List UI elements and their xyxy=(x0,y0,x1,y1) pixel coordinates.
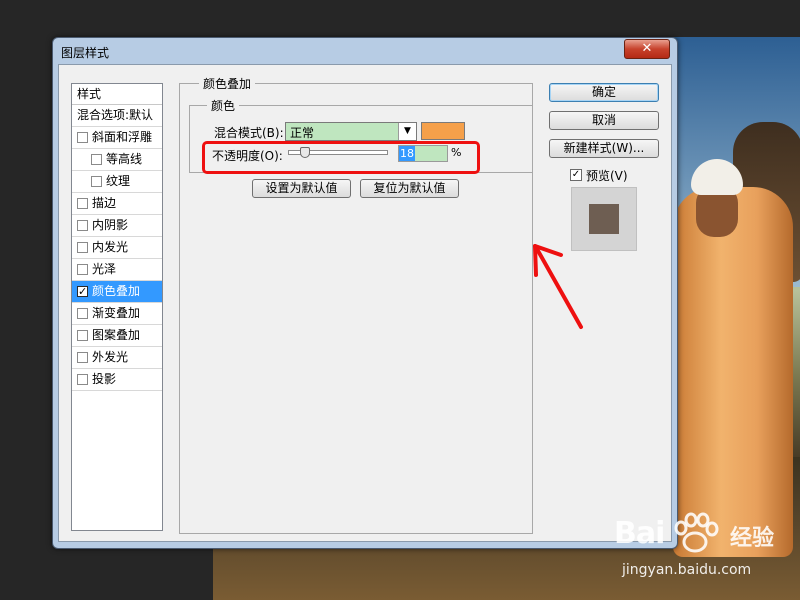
style-item[interactable]: 斜面和浮雕 xyxy=(72,127,162,149)
annotation-highlight-box xyxy=(202,141,480,174)
style-item[interactable]: 投影 xyxy=(72,369,162,391)
checkmark-icon: ✓ xyxy=(78,285,88,298)
checkbox-icon[interactable] xyxy=(77,308,88,319)
style-item[interactable]: 纹理 xyxy=(72,171,162,193)
checkbox-icon[interactable]: ✓ xyxy=(570,169,582,181)
color-overlay-title: 颜色叠加 xyxy=(199,75,256,92)
watermark-url: jingyan.baidu.com xyxy=(622,562,752,578)
cancel-button[interactable]: 取消 xyxy=(549,111,659,130)
style-item[interactable]: 图案叠加 xyxy=(72,325,162,347)
close-button[interactable]: ✕ xyxy=(624,39,670,59)
style-item[interactable]: 外发光 xyxy=(72,347,162,369)
checkbox-icon[interactable] xyxy=(77,352,88,363)
preview-swatch xyxy=(589,204,619,234)
style-item-label: 等高线 xyxy=(106,152,143,166)
style-item[interactable]: 等高线 xyxy=(72,149,162,171)
checkbox-icon[interactable] xyxy=(91,176,102,187)
overlay-color-swatch[interactable] xyxy=(421,122,465,140)
blend-mode-value: 正常 xyxy=(290,126,315,140)
preview-label: 预览(V) xyxy=(586,169,628,183)
style-item-label: 图案叠加 xyxy=(92,328,141,342)
set-default-button[interactable]: 设置为默认值 xyxy=(252,179,351,198)
style-item[interactable]: 内阴影 xyxy=(72,215,162,237)
reset-default-button[interactable]: 复位为默认值 xyxy=(360,179,459,198)
style-item-label: 内阴影 xyxy=(92,218,129,232)
checkbox-icon[interactable] xyxy=(77,374,88,385)
style-item-label: 混合选项:默认 xyxy=(77,108,154,122)
color-subgroup-title: 颜色 xyxy=(207,97,240,114)
close-icon: ✕ xyxy=(641,41,653,56)
style-item-label: 斜面和浮雕 xyxy=(92,130,153,144)
checkbox-icon[interactable] xyxy=(77,330,88,341)
style-item[interactable]: 描边 xyxy=(72,193,162,215)
photo-man xyxy=(673,187,793,557)
watermark-brand: 经验 xyxy=(730,526,775,551)
blend-mode-select[interactable]: 正常 ▼ xyxy=(285,122,417,141)
checkbox-icon[interactable] xyxy=(77,242,88,253)
style-item-label: 渐变叠加 xyxy=(92,306,141,320)
blend-mode-label: 混合模式(B): xyxy=(214,126,284,140)
dialog-client-area: 样式 混合选项:默认斜面和浮雕等高线纹理描边内阴影内发光光泽 ✓ 颜色叠加渐变叠加图… xyxy=(58,64,672,542)
paw-icon xyxy=(674,512,719,553)
ok-button[interactable]: 确定 xyxy=(549,83,659,102)
style-item-label: 纹理 xyxy=(106,174,131,188)
chevron-down-icon[interactable]: ▼ xyxy=(398,123,416,140)
dialog-title: 图层样式 xyxy=(61,46,110,60)
style-item[interactable]: 混合选项:默认 xyxy=(72,105,162,127)
style-item-label: 内发光 xyxy=(92,240,129,254)
annotation-arrow-icon xyxy=(533,244,583,329)
checkbox-icon[interactable] xyxy=(77,264,88,275)
checkbox-icon[interactable] xyxy=(91,154,102,165)
new-style-button[interactable]: 新建样式(W)... xyxy=(549,139,659,158)
baidu-jingyan-watermark: Bai 经验 jingyan.baidu.com xyxy=(612,512,792,588)
style-item-label: 描边 xyxy=(92,196,117,210)
watermark-logo: Bai xyxy=(614,516,665,551)
style-item[interactable]: ✓ 颜色叠加 xyxy=(72,281,162,303)
style-item-label: 外发光 xyxy=(92,350,129,364)
style-item-label: 投影 xyxy=(92,372,117,386)
style-item[interactable]: 内发光 xyxy=(72,237,162,259)
dialog-titlebar[interactable]: 图层样式 ✕ xyxy=(53,38,677,64)
style-item-label: 颜色叠加 xyxy=(92,284,141,298)
style-item[interactable]: 光泽 xyxy=(72,259,162,281)
style-item[interactable]: 渐变叠加 xyxy=(72,303,162,325)
checkbox-icon[interactable] xyxy=(77,198,88,209)
checkbox-icon[interactable] xyxy=(77,132,88,143)
checkbox-icon[interactable]: ✓ xyxy=(77,285,88,298)
style-item-label: 光泽 xyxy=(92,262,117,276)
checkbox-icon[interactable] xyxy=(77,220,88,231)
layer-style-dialog: 图层样式 ✕ 样式 混合选项:默认斜面和浮雕等高线纹理描边内阴影内发光光泽 ✓ 颜色… xyxy=(52,37,678,549)
style-list: 样式 混合选项:默认斜面和浮雕等高线纹理描边内阴影内发光光泽 ✓ 颜色叠加渐变叠加图… xyxy=(71,83,163,531)
style-list-header[interactable]: 样式 xyxy=(72,84,162,105)
